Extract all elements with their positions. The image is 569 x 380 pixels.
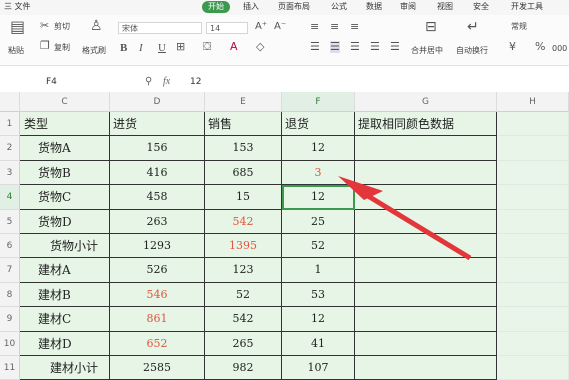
arrow-head: [338, 176, 383, 200]
red-arrow-annotation: [338, 176, 472, 261]
arrow-shaft: [366, 193, 472, 261]
